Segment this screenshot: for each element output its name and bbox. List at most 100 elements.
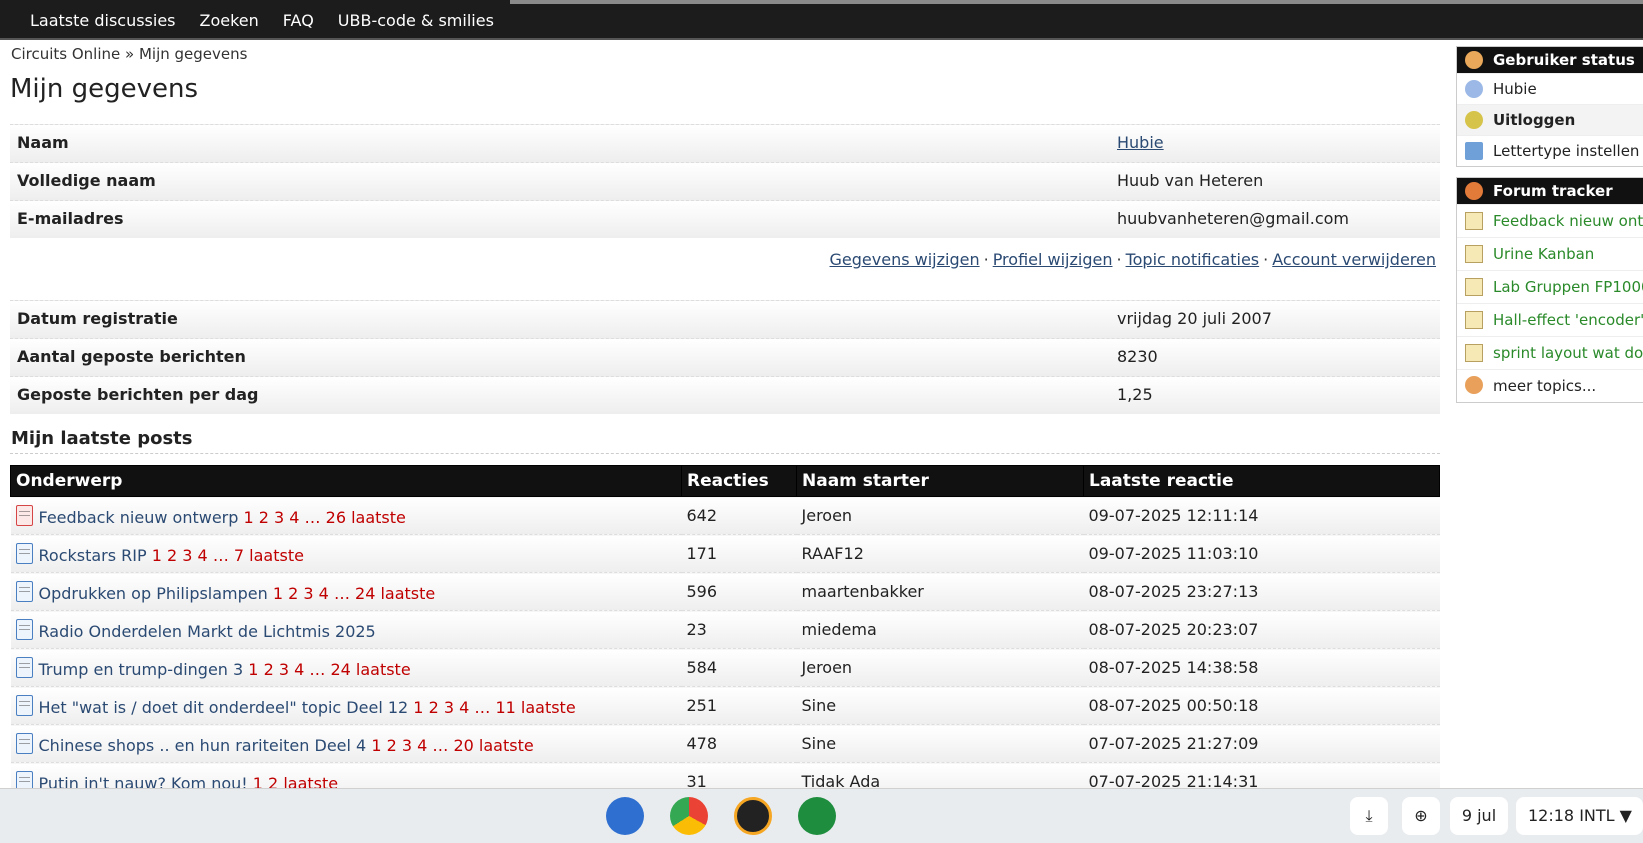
profile-label: Volledige naam xyxy=(17,171,156,190)
stats-value: vrijdag 20 juli 2007 xyxy=(1117,309,1272,328)
starter-cell[interactable]: Sine xyxy=(796,686,1084,725)
zotero-app-icon[interactable] xyxy=(734,797,772,835)
pencil-icon xyxy=(1465,344,1483,362)
profile-table: Naam Hubie Volledige naam Huub van Heter… xyxy=(10,124,1440,238)
os-shelf: ⤓ ⊕ 9 jul 12:18 INTL ▼ xyxy=(0,788,1643,843)
more-topics-icon xyxy=(1465,376,1483,394)
starter-cell[interactable]: RAAF12 xyxy=(796,534,1084,573)
stats-label: Geposte berichten per dag xyxy=(17,385,259,404)
forum-tracker-title: Forum tracker xyxy=(1493,182,1613,200)
last-reply-cell: 08-07-2025 23:27:13 xyxy=(1083,572,1440,611)
profile-value: huubvanheteren@gmail.com xyxy=(1117,209,1349,228)
account-verwijderen-link[interactable]: Account verwijderen xyxy=(1272,250,1436,269)
tracker-item[interactable]: Lab Gruppen FP10000 xyxy=(1457,270,1643,303)
nav-ubb-code[interactable]: UBB-code & smilies xyxy=(326,11,506,30)
topic-link[interactable]: Chinese shops .. en hun rariteiten Deel … xyxy=(39,736,367,755)
starter-cell[interactable]: Sine xyxy=(796,724,1084,763)
replies-cell: 478 xyxy=(681,724,797,763)
topic-link[interactable]: Het "wat is / doet dit onderdeel" topic … xyxy=(39,698,409,717)
tracker-item-label: Lab Gruppen FP10000 xyxy=(1493,278,1643,296)
profile-label: Naam xyxy=(17,133,69,152)
user-status-header: Gebruiker status xyxy=(1457,47,1643,73)
starter-cell[interactable]: Jeroen xyxy=(796,648,1084,687)
breadcrumb[interactable]: Circuits Online » Mijn gegevens xyxy=(11,45,247,63)
topic-link[interactable]: Trump en trump-dingen 3 xyxy=(39,660,244,679)
posts-header-row: Onderwerp Reacties Naam starter Laatste … xyxy=(10,465,1440,497)
gegevens-wijzigen-link[interactable]: Gegevens wijzigen xyxy=(830,250,980,269)
page-links[interactable]: 1 2 3 4 … 26 laatste xyxy=(243,508,405,527)
date-pill[interactable]: 9 jul xyxy=(1450,797,1508,835)
tracker-item[interactable]: Hall-effect 'encoder' s xyxy=(1457,303,1643,336)
user-status-title: Gebruiker status xyxy=(1493,51,1635,69)
topic-cell: Opdrukken op Philipslampen 1 2 3 4 … 24 … xyxy=(10,572,682,611)
user-icon xyxy=(1465,51,1483,69)
topic-cell: Trump en trump-dingen 3 1 2 3 4 … 24 laa… xyxy=(10,648,682,687)
replies-cell: 251 xyxy=(681,686,797,725)
topic-icon xyxy=(15,732,33,754)
account-actions: Gegevens wijzigen · Profiel wijzigen · Topic… xyxy=(829,250,1436,269)
starter-cell[interactable]: maartenbakker xyxy=(796,572,1084,611)
files-app-icon[interactable] xyxy=(606,797,644,835)
status-item-logout[interactable]: Uitloggen xyxy=(1457,104,1643,135)
starter-cell[interactable]: Jeroen xyxy=(796,496,1084,535)
replies-cell: 596 xyxy=(681,572,797,611)
add-icon[interactable]: ⊕ xyxy=(1402,797,1440,835)
table-row: Radio Onderdelen Markt de Lichtmis 2025 2… xyxy=(10,610,1440,649)
tracker-more[interactable]: meer topics... xyxy=(1457,369,1643,402)
posts-body: Feedback nieuw ontwerp 1 2 3 4 … 26 laat… xyxy=(10,496,1440,800)
topic-cell: Chinese shops .. en hun rariteiten Deel … xyxy=(10,724,682,763)
col-onderwerp: Onderwerp xyxy=(10,465,682,497)
page-links[interactable]: 1 2 3 4 … 7 laatste xyxy=(152,546,304,565)
hot-topic-icon xyxy=(15,504,33,526)
tracker-item-label: Urine Kanban xyxy=(1493,245,1595,263)
tracker-more-label: meer topics... xyxy=(1493,377,1597,395)
browser-strip xyxy=(510,0,1643,4)
topic-notificaties-link[interactable]: Topic notificaties xyxy=(1126,250,1260,269)
stats-label: Datum registratie xyxy=(17,309,178,328)
chrome-app-icon[interactable] xyxy=(670,797,708,835)
nav-faq[interactable]: FAQ xyxy=(271,11,326,30)
pencil-icon xyxy=(1465,278,1483,296)
page-links[interactable]: 1 2 3 4 … 20 laatste xyxy=(371,736,533,755)
nav-laatste-discussies[interactable]: Laatste discussies xyxy=(18,11,188,30)
topic-link[interactable]: Feedback nieuw ontwerp xyxy=(39,508,239,527)
starter-cell[interactable]: miedema xyxy=(796,610,1084,649)
status-item-font[interactable]: Lettertype instellen xyxy=(1457,135,1643,166)
page-links[interactable]: 1 2 3 4 … 11 laatste xyxy=(413,698,575,717)
replies-cell: 584 xyxy=(681,648,797,687)
tracker-item[interactable]: Feedback nieuw ontwerp xyxy=(1457,204,1643,237)
logout-icon xyxy=(1465,111,1483,129)
last-reply-cell: 08-07-2025 14:38:58 xyxy=(1083,648,1440,687)
col-reacties: Reacties xyxy=(681,465,797,497)
calculator-app-icon[interactable] xyxy=(798,797,836,835)
tracker-item[interactable]: Urine Kanban xyxy=(1457,237,1643,270)
col-naam-starter: Naam starter xyxy=(796,465,1084,497)
topic-cell: Radio Onderdelen Markt de Lichtmis 2025 xyxy=(10,610,682,649)
nav-zoeken[interactable]: Zoeken xyxy=(188,11,271,30)
topic-link[interactable]: Rockstars RIP xyxy=(39,546,147,565)
profile-row-volledige-naam: Volledige naam Huub van Heteren xyxy=(10,162,1440,200)
last-reply-cell: 09-07-2025 11:03:10 xyxy=(1083,534,1440,573)
topic-cell: Het "wat is / doet dit onderdeel" topic … xyxy=(10,686,682,725)
username-link[interactable]: Hubie xyxy=(1117,133,1164,152)
table-row: Rockstars RIP 1 2 3 4 … 7 laatste 171 RAAF… xyxy=(10,534,1440,573)
status-tray[interactable]: 12:18 INTL ▼ xyxy=(1516,797,1643,835)
topic-link[interactable]: Opdrukken op Philipslampen xyxy=(39,584,268,603)
profile-label: E-mailadres xyxy=(17,209,124,228)
wifi-icon: ▼ xyxy=(1619,806,1632,825)
profile-row-naam: Naam Hubie xyxy=(10,124,1440,162)
replies-cell: 23 xyxy=(681,610,797,649)
keyboard-layout: INTL xyxy=(1579,806,1615,825)
person-icon xyxy=(1465,80,1483,98)
status-item-user[interactable]: Hubie xyxy=(1457,73,1643,104)
clock-time: 12:18 xyxy=(1528,806,1575,825)
last-reply-cell: 07-07-2025 21:27:09 xyxy=(1083,724,1440,763)
page-links[interactable]: 1 2 3 4 … 24 laatste xyxy=(248,660,410,679)
forum-tracker-header: Forum tracker xyxy=(1457,178,1643,204)
topic-link[interactable]: Radio Onderdelen Markt de Lichtmis 2025 xyxy=(39,622,376,641)
pencil-icon xyxy=(1465,212,1483,230)
holding-space-icon[interactable]: ⤓ xyxy=(1350,797,1388,835)
profiel-wijzigen-link[interactable]: Profiel wijzigen xyxy=(993,250,1113,269)
page-links[interactable]: 1 2 3 4 … 24 laatste xyxy=(273,584,435,603)
tracker-item[interactable]: sprint layout wat doe xyxy=(1457,336,1643,369)
